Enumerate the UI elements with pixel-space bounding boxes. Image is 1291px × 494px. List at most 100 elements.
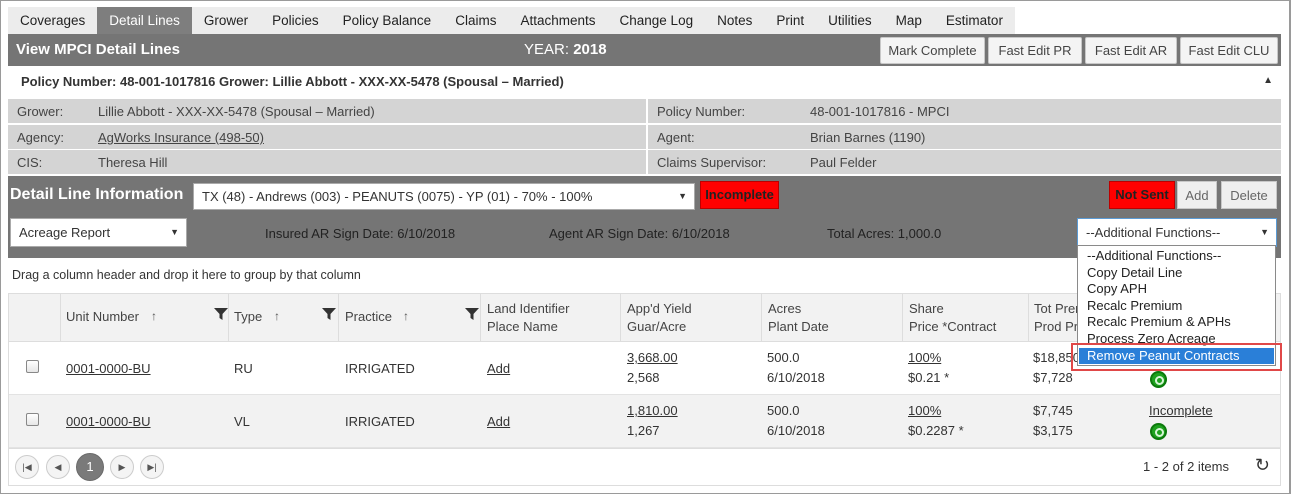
last-page-icon[interactable]: ▶| bbox=[140, 455, 164, 479]
land-add-link[interactable]: Add bbox=[487, 361, 510, 376]
first-page-icon[interactable]: |◀ bbox=[15, 455, 39, 479]
previous-page-icon[interactable]: ◀ bbox=[46, 455, 70, 479]
status-ok-icon bbox=[1150, 423, 1167, 440]
unit-number-header-label: Unit Number bbox=[66, 309, 139, 324]
group-hint-text: Drag a column header and drop it here to… bbox=[12, 268, 361, 282]
tab-policy-balance[interactable]: Policy Balance bbox=[331, 7, 444, 34]
header-share[interactable]: Share Price *Contract bbox=[902, 294, 1028, 342]
tab-policies[interactable]: Policies bbox=[260, 7, 331, 34]
filter-icon[interactable] bbox=[214, 307, 228, 321]
tab-notes[interactable]: Notes bbox=[705, 7, 764, 34]
claims-supervisor-label: Claims Supervisor: bbox=[657, 155, 767, 170]
row-checkbox[interactable] bbox=[26, 413, 39, 426]
dd-item-recalc-premium-aphs[interactable]: Recalc Premium & APHs bbox=[1079, 314, 1274, 330]
report-type-select[interactable]: Acreage Report ▼ bbox=[10, 218, 187, 247]
unit-number-link[interactable]: 0001-0000-BU bbox=[66, 361, 151, 376]
row-checkbox[interactable] bbox=[26, 360, 39, 373]
status-incomplete-link[interactable]: Incomplete bbox=[1149, 403, 1213, 418]
year-value: 2018 bbox=[573, 41, 607, 58]
acres-cell: 500.0 bbox=[767, 403, 800, 418]
policy-number-value: 48-001-1017816 - MPCI bbox=[810, 104, 950, 119]
insured-ar-sign-date: Insured AR Sign Date: 6/10/2018 bbox=[265, 226, 456, 241]
mark-complete-button[interactable]: Mark Complete bbox=[880, 37, 985, 64]
dd-item-recalc-premium[interactable]: Recalc Premium bbox=[1079, 298, 1274, 314]
year-label: YEAR: bbox=[524, 41, 570, 58]
plant-date-header-label: Plant Date bbox=[768, 319, 829, 334]
tab-print[interactable]: Print bbox=[764, 7, 816, 34]
selection-highlight-box bbox=[1071, 343, 1282, 371]
agency-link[interactable]: AgWorks Insurance (498-50) bbox=[98, 130, 264, 145]
fast-edit-clu-button[interactable]: Fast Edit CLU bbox=[1180, 37, 1278, 64]
tab-detail-lines[interactable]: Detail Lines bbox=[97, 7, 192, 34]
tot-prem-cell: $7,745 bbox=[1033, 403, 1073, 418]
pager-info: 1 - 2 of 2 items bbox=[1143, 459, 1229, 474]
tab-grower[interactable]: Grower bbox=[192, 7, 260, 34]
header-appd-yield[interactable]: App'd Yield Guar/Acre bbox=[620, 294, 761, 342]
plant-date-cell: 6/10/2018 bbox=[767, 423, 825, 438]
type-cell: VL bbox=[234, 414, 250, 429]
header-acres[interactable]: Acres Plant Date bbox=[761, 294, 902, 342]
title-bar: View MPCI Detail Lines YEAR: 2018 Mark C… bbox=[8, 34, 1281, 66]
report-type-value: Acreage Report bbox=[19, 225, 111, 240]
sort-ascending-icon[interactable]: ↑ bbox=[151, 309, 157, 323]
filter-icon[interactable] bbox=[465, 307, 479, 321]
tab-attachments[interactable]: Attachments bbox=[508, 7, 607, 34]
agent-label: Agent: bbox=[657, 130, 695, 145]
practice-cell: IRRIGATED bbox=[345, 361, 415, 376]
land-add-link[interactable]: Add bbox=[487, 414, 510, 429]
tab-change-log[interactable]: Change Log bbox=[608, 7, 706, 34]
detail-line-select[interactable]: TX (48) - Andrews (003) - PEANUTS (0075)… bbox=[193, 183, 695, 210]
chevron-down-icon: ▼ bbox=[170, 227, 179, 237]
tab-coverages[interactable]: Coverages bbox=[8, 7, 97, 34]
sort-ascending-icon[interactable]: ↑ bbox=[403, 309, 409, 323]
incomplete-status-badge: Incomplete bbox=[700, 181, 779, 209]
not-sent-status-badge: Not Sent bbox=[1109, 181, 1175, 209]
share-link[interactable]: 100% bbox=[908, 403, 941, 418]
tab-estimator[interactable]: Estimator bbox=[934, 7, 1015, 34]
header-practice[interactable]: Practice ↑ bbox=[338, 294, 480, 342]
grower-label: Grower: bbox=[17, 104, 64, 119]
detail-line-select-value: TX (48) - Andrews (003) - PEANUTS (0075)… bbox=[202, 189, 593, 204]
additional-functions-select[interactable]: --Additional Functions-- ▼ bbox=[1077, 218, 1277, 247]
table-row: 0001-0000-BU VL IRRIGATED Add 1,810.00 1… bbox=[9, 395, 1280, 448]
appd-yield-link[interactable]: 1,810.00 bbox=[627, 403, 678, 418]
add-detail-line-button[interactable]: Add bbox=[1177, 181, 1217, 209]
dd-item-copy-aph[interactable]: Copy APH bbox=[1079, 281, 1274, 297]
sort-ascending-icon[interactable]: ↑ bbox=[274, 309, 280, 323]
header-type[interactable]: Type ↑ bbox=[228, 294, 338, 342]
agency-label: Agency: bbox=[17, 130, 64, 145]
header-unit-number[interactable]: Unit Number ↑ bbox=[60, 294, 228, 342]
filter-icon[interactable] bbox=[322, 307, 336, 321]
grower-value: Lillie Abbott - XXX-XX-5478 (Spousal – M… bbox=[98, 104, 375, 119]
page-number-button[interactable]: 1 bbox=[76, 453, 104, 481]
share-link[interactable]: 100% bbox=[908, 350, 941, 365]
tab-utilities[interactable]: Utilities bbox=[816, 7, 884, 34]
dd-item-additional-functions[interactable]: --Additional Functions-- bbox=[1079, 248, 1274, 264]
info-row-grower: Grower: Lillie Abbott - XXX-XX-5478 (Spo… bbox=[8, 99, 646, 123]
price-cell: $0.21 * bbox=[908, 370, 950, 385]
header-land-identifier[interactable]: Land Identifier Place Name bbox=[480, 294, 620, 342]
tab-claims[interactable]: Claims bbox=[443, 7, 508, 34]
fast-edit-ar-button[interactable]: Fast Edit AR bbox=[1085, 37, 1177, 64]
fast-edit-pr-button[interactable]: Fast Edit PR bbox=[988, 37, 1082, 64]
chevron-down-icon: ▼ bbox=[678, 191, 687, 201]
dd-item-copy-detail-line[interactable]: Copy Detail Line bbox=[1079, 265, 1274, 281]
refresh-icon[interactable]: ↻ bbox=[1255, 455, 1270, 476]
type-cell: RU bbox=[234, 361, 253, 376]
type-header-label: Type bbox=[234, 309, 263, 324]
plant-date-cell: 6/10/2018 bbox=[767, 370, 825, 385]
next-page-icon[interactable]: ▶ bbox=[110, 455, 134, 479]
policy-header[interactable]: Policy Number: 48-001-1017816 Grower: Li… bbox=[8, 66, 1281, 96]
policy-info-panel: Grower: Lillie Abbott - XXX-XX-5478 (Spo… bbox=[8, 99, 1281, 175]
chevron-down-icon: ▼ bbox=[1260, 227, 1269, 237]
practice-cell: IRRIGATED bbox=[345, 414, 415, 429]
agent-ar-sign-date: Agent AR Sign Date: 6/10/2018 bbox=[549, 226, 730, 241]
unit-number-link[interactable]: 0001-0000-BU bbox=[66, 414, 151, 429]
delete-detail-line-button[interactable]: Delete bbox=[1221, 181, 1277, 209]
appd-yield-link[interactable]: 3,668.00 bbox=[627, 350, 678, 365]
prod-prem-cell: $7,728 bbox=[1033, 370, 1073, 385]
collapse-caret-icon[interactable]: ▲ bbox=[1263, 75, 1273, 86]
policy-number-label: Policy Number: bbox=[657, 104, 746, 119]
tab-map[interactable]: Map bbox=[884, 7, 934, 34]
guar-acre-cell: 1,267 bbox=[627, 423, 660, 438]
